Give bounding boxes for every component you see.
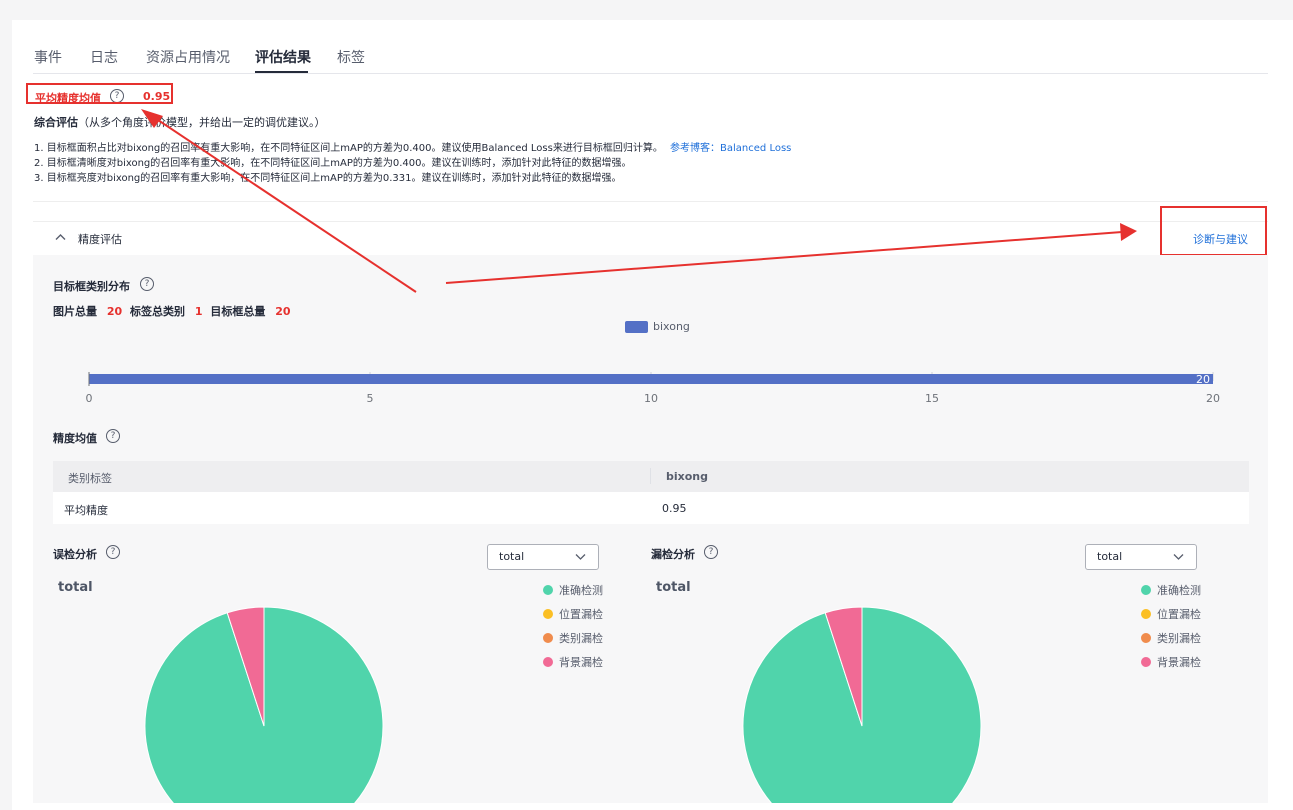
legend-dot [543, 657, 553, 667]
x-tick-label: 20 [1206, 392, 1220, 405]
chevron-down-icon [1173, 554, 1184, 560]
legend-label: 位置漏检 [559, 608, 603, 621]
legend-label: 位置漏检 [1157, 608, 1201, 621]
chevron-down-icon [575, 554, 586, 560]
x-tick-label: 5 [367, 392, 374, 405]
tab-evaluation-results[interactable]: 评估结果 [255, 47, 311, 67]
legend-item[interactable]: 背景漏检 [543, 654, 603, 670]
legend-dot [1141, 657, 1151, 667]
select-value: total [499, 550, 525, 563]
section-header [33, 221, 1268, 256]
legend-label: 类别漏检 [1157, 632, 1201, 645]
summary-item-1: 1. 目标框面积占比对bixong的召回率有重大影响，在不同特征区间上mAP的方… [34, 139, 791, 154]
help-icon[interactable]: ? [106, 429, 120, 443]
missed-detection-pie [742, 606, 982, 803]
distribution-bar-chart: bixong 0 5 10 15 20 20 [86, 320, 1221, 405]
legend-item[interactable]: 位置漏检 [543, 606, 603, 622]
section-title[interactable]: 精度评估 [78, 231, 122, 247]
help-icon[interactable]: ? [106, 545, 120, 559]
legend-item[interactable]: 类别漏检 [1141, 630, 1201, 646]
legend-swatch-bixong [625, 321, 648, 333]
legend-dot [543, 585, 553, 595]
map-table-title: 精度均值 [53, 432, 97, 445]
false-detection-title: 误检分析 [53, 548, 97, 561]
balanced-loss-link[interactable]: 参考博客：Balanced Loss [670, 143, 791, 154]
table-row [53, 492, 1249, 524]
missed-detection-select[interactable]: total [1085, 544, 1197, 570]
tab-logs[interactable]: 日志 [90, 47, 118, 67]
legend-label: 准确检测 [559, 584, 603, 597]
table-cell-value: 0.95 [662, 502, 687, 515]
legend-label: 准确检测 [1157, 584, 1201, 597]
highlight-box-diagnose [1160, 206, 1267, 256]
legend-item[interactable]: 位置漏检 [1141, 606, 1201, 622]
legend-dot [543, 633, 553, 643]
help-icon[interactable]: ? [140, 277, 154, 291]
legend-item[interactable]: 准确检测 [1141, 582, 1201, 598]
summary-title: 综合评估（从多个角度评价模型，并给出一定的调优建议。） [34, 114, 326, 130]
legend-label: 背景漏检 [1157, 656, 1201, 669]
legend-item[interactable]: 类别漏检 [543, 630, 603, 646]
false-detection-pie [144, 606, 384, 803]
table-header-bixong: bixong [666, 470, 709, 483]
legend-label: 类别漏检 [559, 632, 603, 645]
legend-dot [543, 609, 553, 619]
summary-item-3: 3. 目标框亮度对bixong的召回率有重大影响，在不同特征区间上mAP的方差为… [34, 173, 622, 184]
tab-labels[interactable]: 标签 [337, 47, 365, 67]
summary-divider [33, 201, 1268, 202]
bar-bixong [89, 374, 1213, 384]
table-header-class-label: 类别标签 [68, 472, 112, 485]
legend-dot [1141, 633, 1151, 643]
select-value: total [1097, 550, 1123, 563]
summary-item-1-text: 1. 目标框面积占比对bixong的召回率有重大影响，在不同特征区间上mAP的方… [34, 143, 663, 154]
tabs-divider [33, 73, 1268, 74]
highlight-box [26, 83, 173, 104]
bar-data-label: 20 [1196, 373, 1210, 386]
tab-events[interactable]: 事件 [34, 47, 62, 67]
summary-title-text: 综合评估 [34, 116, 78, 129]
missed-detection-title: 漏检分析 [651, 548, 695, 561]
legend-dot [1141, 609, 1151, 619]
distribution-title: 目标框类别分布 [53, 280, 130, 293]
legend-label: 背景漏检 [559, 656, 603, 669]
legend-label-bixong: bixong [653, 320, 690, 333]
legend-dot [1141, 585, 1151, 595]
x-tick-label: 10 [644, 392, 658, 405]
false-detection-select[interactable]: total [487, 544, 599, 570]
summary-subtitle: （从多个角度评价模型，并给出一定的调优建议。） [78, 116, 326, 129]
table-cell-avg-precision: 平均精度 [64, 504, 108, 517]
pie-title: total [656, 580, 691, 595]
legend-item[interactable]: 准确检测 [543, 582, 603, 598]
x-tick-label: 15 [925, 392, 939, 405]
map-table-header [53, 461, 1249, 492]
tab-resource-usage[interactable]: 资源占用情况 [146, 47, 230, 67]
help-icon[interactable]: ? [704, 545, 718, 559]
legend-item[interactable]: 背景漏检 [1141, 654, 1201, 670]
x-tick-label: 0 [86, 392, 93, 405]
chevron-up-icon[interactable] [55, 233, 66, 241]
summary-item-2: 2. 目标框清晰度对bixong的召回率有重大影响，在不同特征区间上mAP的方差… [34, 158, 632, 169]
pie-title: total [58, 580, 93, 595]
table-header-divider [650, 468, 651, 484]
